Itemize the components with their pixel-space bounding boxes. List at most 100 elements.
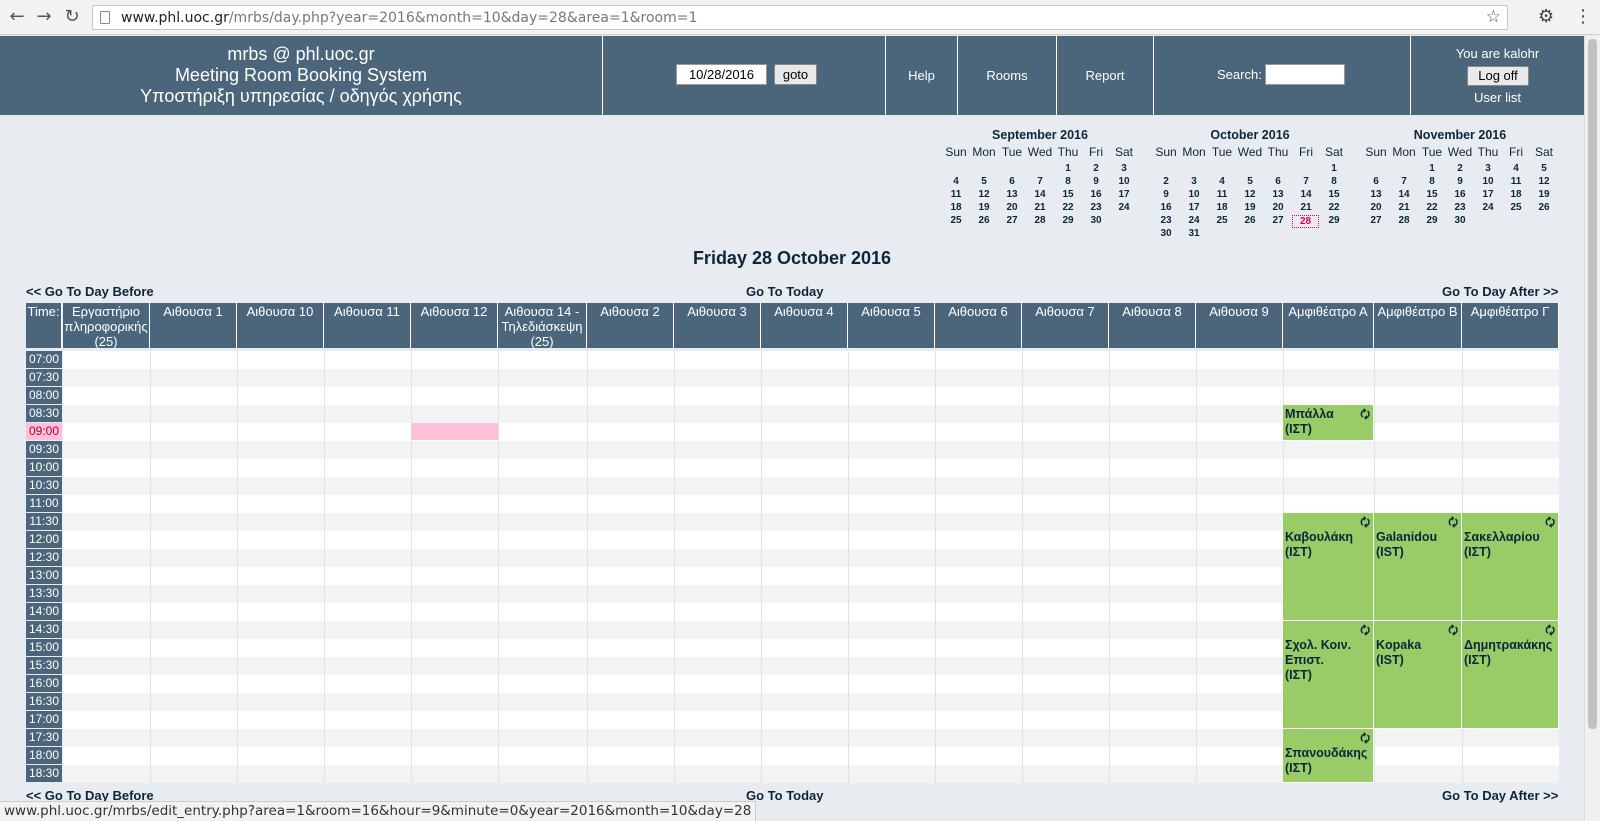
minical-day[interactable]: 27 (1362, 215, 1390, 226)
rooms-link[interactable]: Rooms (958, 36, 1057, 115)
minical-day[interactable]: 25 (942, 215, 970, 226)
room-header[interactable]: Αιθουσα 5 (848, 303, 935, 348)
minical-day[interactable]: 5 (970, 176, 998, 187)
time-label[interactable]: 15:30 (26, 657, 62, 674)
minical-day[interactable]: 18 (1502, 189, 1530, 200)
minical-day[interactable]: 11 (1208, 189, 1236, 200)
minical-day[interactable]: 9 (1082, 176, 1110, 187)
minical-day[interactable]: 31 (1180, 228, 1208, 239)
minical-day[interactable]: 19 (1530, 189, 1558, 200)
minical-day[interactable]: 16 (1446, 189, 1474, 200)
minical-day[interactable]: 17 (1180, 202, 1208, 213)
room-header[interactable]: Αιθουσα 10 (237, 303, 324, 348)
minical-day[interactable]: 10 (1180, 189, 1208, 200)
minical-day[interactable]: 5 (1236, 176, 1264, 187)
minical-day[interactable]: 14 (1026, 189, 1054, 200)
minical-day[interactable]: 13 (998, 189, 1026, 200)
booking-entry[interactable]: 🗘 Σακελλαρίου (ΙΣΤ) (1462, 513, 1559, 621)
minical-day[interactable]: 30 (1082, 215, 1110, 226)
minical-day[interactable]: 9 (1446, 176, 1474, 187)
minical-day[interactable]: 6 (998, 176, 1026, 187)
minical-day[interactable]: 29 (1320, 215, 1348, 226)
hovered-empty-slot[interactable] (411, 423, 498, 440)
minical-day[interactable]: 25 (1502, 202, 1530, 213)
minical-day[interactable]: 12 (970, 189, 998, 200)
room-header[interactable]: Αιθουσα 1 (150, 303, 237, 348)
room-header[interactable]: Αιθουσα 7 (1022, 303, 1109, 348)
minical-day[interactable]: 15 (1320, 189, 1348, 200)
page-scrollbar[interactable] (1584, 36, 1600, 821)
minical-day[interactable]: 12 (1236, 189, 1264, 200)
minical-day[interactable]: 18 (942, 202, 970, 213)
minical-day[interactable]: 24 (1180, 215, 1208, 226)
minical-day[interactable]: 10 (1110, 176, 1138, 187)
minical-day[interactable]: 27 (998, 215, 1026, 226)
minical-day[interactable]: 6 (1264, 176, 1292, 187)
minical-day[interactable]: 8 (1054, 176, 1082, 187)
reload-icon[interactable]: ↻ (61, 6, 83, 28)
room-header[interactable]: Αιθουσα 6 (935, 303, 1022, 348)
empty-slot-row[interactable] (63, 351, 1559, 369)
minical-day[interactable]: 18 (1208, 202, 1236, 213)
minical-day[interactable]: 3 (1474, 163, 1502, 174)
minical-day[interactable]: 1 (1320, 163, 1348, 174)
report-link[interactable]: Report (1057, 36, 1154, 115)
minical-day[interactable]: 2 (1152, 176, 1180, 187)
minical-day[interactable]: 20 (998, 202, 1026, 213)
time-label[interactable]: 10:30 (26, 477, 62, 494)
site-name-link[interactable]: mrbs @ phl.uoc.gr (0, 44, 602, 65)
minical-day[interactable]: 26 (1236, 215, 1264, 226)
minical-day[interactable]: 4 (942, 176, 970, 187)
minical-day[interactable]: 6 (1362, 176, 1390, 187)
today-link[interactable]: Go To Today (746, 284, 824, 299)
minical-day[interactable]: 4 (1208, 176, 1236, 187)
minical-day[interactable]: 14 (1390, 189, 1418, 200)
support-guide-link[interactable]: Υποστήριξη υπηρεσίας / οδηγός χρήσης (0, 86, 602, 107)
room-header[interactable]: Αιθουσα 14 - Τηλεδιάσκεψη (25) (498, 303, 587, 349)
time-label[interactable]: 18:30 (26, 765, 62, 782)
room-header[interactable]: Αιθουσα 3 (674, 303, 761, 348)
room-header[interactable]: Αιθουσα 9 (1196, 303, 1283, 348)
minical-day[interactable]: 3 (1180, 176, 1208, 187)
minical-day[interactable]: 13 (1362, 189, 1390, 200)
time-label[interactable]: 11:30 (26, 513, 62, 530)
time-label[interactable]: 08:30 (26, 405, 62, 422)
minical-day[interactable]: 26 (1530, 202, 1558, 213)
minical-day[interactable]: 10 (1474, 176, 1502, 187)
minical-day[interactable]: 23 (1446, 202, 1474, 213)
time-label[interactable]: 09:00 (26, 423, 62, 440)
time-label[interactable]: 12:30 (26, 549, 62, 566)
minical-day[interactable]: 19 (970, 202, 998, 213)
time-label[interactable]: 07:30 (26, 369, 62, 386)
minical-day[interactable]: 29 (1054, 215, 1082, 226)
booking-entry[interactable]: 🗘 Galanidou (IST) (1374, 513, 1462, 621)
minical-day[interactable]: 7 (1292, 176, 1320, 187)
minical-day[interactable]: 11 (942, 189, 970, 200)
minical-day[interactable]: 23 (1082, 202, 1110, 213)
minical-day[interactable]: 12 (1530, 176, 1558, 187)
minical-day[interactable]: 22 (1418, 202, 1446, 213)
search-input[interactable] (1265, 64, 1345, 85)
time-label[interactable]: 16:30 (26, 693, 62, 710)
address-bar[interactable]: www.phl.uoc.gr/mrbs/day.php?year=2016&mo… (92, 5, 1508, 30)
minical-day[interactable]: 24 (1110, 202, 1138, 213)
day-after-link[interactable]: Go To Day After >> (1442, 284, 1558, 299)
empty-slot-row[interactable] (63, 459, 1559, 477)
time-label[interactable]: 16:00 (26, 675, 62, 692)
time-label[interactable]: 15:00 (26, 639, 62, 656)
booking-entry[interactable]: 🗘 Δημητρακάκης (ΙΣΤ) (1462, 621, 1559, 729)
minical-day[interactable]: 19 (1236, 202, 1264, 213)
minical-day[interactable]: 22 (1320, 202, 1348, 213)
time-label[interactable]: 07:00 (26, 351, 62, 368)
user-list-link[interactable]: User list (1411, 90, 1584, 105)
minical-day[interactable]: 27 (1264, 215, 1292, 226)
scrollbar-thumb[interactable] (1588, 39, 1597, 729)
minical-day[interactable]: 8 (1320, 176, 1348, 187)
minical-day[interactable]: 16 (1082, 189, 1110, 200)
time-label[interactable]: 09:30 (26, 441, 62, 458)
empty-slot-row[interactable] (63, 441, 1559, 459)
time-label[interactable]: 18:00 (26, 747, 62, 764)
minical-day[interactable]: 2 (1082, 163, 1110, 174)
minical-day[interactable]: 26 (970, 215, 998, 226)
booking-entry[interactable]: 🗘 Σχολ. Κοιν. Επιστ. (ΙΣΤ) (1283, 621, 1374, 729)
